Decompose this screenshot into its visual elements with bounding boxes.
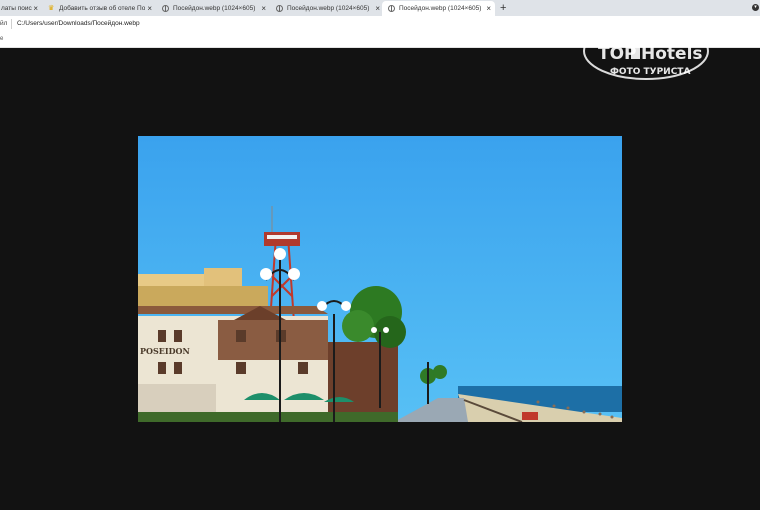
site-info-label[interactable]: йл [0, 20, 7, 27]
tab-search-icon[interactable]: ▾ [752, 4, 759, 11]
close-icon[interactable]: × [261, 4, 266, 13]
close-icon[interactable]: × [33, 4, 38, 13]
bookmark-item[interactable]: е [0, 36, 3, 42]
hotel-building-icon [631, 47, 640, 59]
tab-1[interactable]: латы поис × [0, 1, 42, 16]
tab-4[interactable]: Посейдон.webp (1024×605) × [270, 1, 384, 16]
url-field[interactable]: C:/Users/user/Downloads/Посейдон.webp [17, 20, 140, 27]
tab-title: Добавить отзыв об отеле Посей [59, 5, 145, 12]
hotel-sign: POSEIDON [140, 346, 190, 356]
beach-photo: POSEIDON [138, 136, 622, 422]
tab-2[interactable]: ♛ Добавить отзыв об отеле Посей × [42, 1, 156, 16]
tab-title: Посейдон.webp (1024×605) [173, 5, 256, 12]
tab-3[interactable]: Посейдон.webp (1024×605) × [156, 1, 270, 16]
globe-icon [162, 5, 169, 12]
tab-strip: латы поис × ♛ Добавить отзыв об отеле По… [0, 0, 760, 16]
tophotels-logo: TOP Hotels ФОТО ТУРИСТА [583, 22, 709, 80]
globe-icon [388, 5, 395, 12]
close-icon[interactable]: × [147, 4, 152, 13]
globe-icon [276, 5, 283, 12]
watermark-subtitle: ФОТО ТУРИСТА [610, 67, 690, 77]
tab-title: Посейдон.webp (1024×605) [399, 5, 482, 12]
crown-icon: ♛ [48, 5, 55, 12]
watermark-brand-top: TOP [598, 44, 637, 64]
tab-title: латы поис [1, 5, 32, 12]
watermark-brand-hotels: Hotels [641, 44, 703, 64]
close-icon[interactable]: × [375, 4, 380, 13]
tab-title: Посейдон.webp (1024×605) [287, 5, 370, 12]
new-tab-button[interactable]: + [500, 2, 506, 14]
displayed-image[interactable]: POSEIDON [138, 136, 622, 422]
tophotels-watermark: TOP Hotels ФОТО ТУРИСТА [582, 21, 710, 81]
close-icon[interactable]: × [486, 4, 491, 13]
address-separator [11, 19, 12, 29]
tab-5-active[interactable]: Посейдон.webp (1024×605) × [382, 1, 495, 16]
